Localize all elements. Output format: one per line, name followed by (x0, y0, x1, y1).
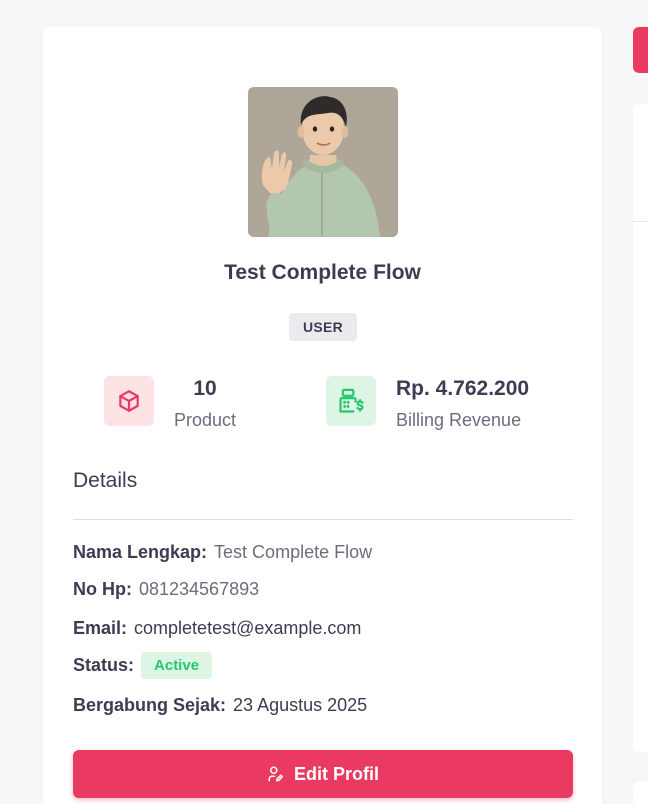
right-panel-action-button[interactable] (633, 27, 648, 73)
right-content-panel-lower (633, 782, 648, 804)
right-panel-divider (633, 221, 648, 222)
detail-full-name-label: Nama Lengkap: (73, 542, 208, 562)
stat-billing: Rp. 4.762.200 Billing Revenue (326, 376, 529, 432)
detail-phone: No Hp: 081234567893 (73, 579, 259, 600)
detail-joined: Bergabung Sejak: 23 Agustus 2025 (73, 695, 367, 716)
detail-joined-value: 23 Agustus 2025 (233, 695, 368, 715)
stat-billing-value: Rp. 4.762.200 (396, 377, 530, 400)
detail-status-label: Status: (73, 655, 135, 675)
detail-email: Email: completetest@example.com (73, 618, 361, 639)
edit-profile-label: Edit Profil (294, 763, 379, 784)
detail-full-name-value: Test Complete Flow (214, 542, 373, 562)
details-heading: Details (73, 469, 138, 492)
role-badge: USER (289, 313, 357, 341)
detail-status: Status: Active (73, 652, 213, 679)
user-edit-icon (267, 765, 285, 783)
cash-register-dollar-icon (326, 376, 376, 426)
stat-product-label: Product (174, 410, 237, 430)
detail-joined-label: Bergabung Sejak: (73, 695, 227, 715)
right-content-panel (633, 104, 648, 752)
detail-phone-label: No Hp: (73, 579, 132, 599)
detail-email-value: completetest@example.com (134, 618, 362, 638)
status-badge: Active (141, 652, 213, 679)
stat-billing-label: Billing Revenue (396, 410, 522, 430)
stat-product-value: 10 (193, 377, 217, 400)
edit-profile-button[interactable]: Edit Profil (73, 750, 573, 798)
cube-icon (104, 376, 154, 426)
stat-product: 10 Product (104, 376, 236, 432)
detail-email-label: Email: (73, 618, 128, 638)
user-profile-card: Test Complete Flow USER 10 Product Rp. 4… (43, 27, 602, 804)
detail-phone-value: 081234567893 (138, 579, 260, 599)
avatar (248, 87, 398, 237)
details-divider (73, 519, 573, 520)
detail-full-name: Nama Lengkap: Test Complete Flow (73, 542, 372, 563)
user-name: Test Complete Flow (224, 261, 421, 284)
